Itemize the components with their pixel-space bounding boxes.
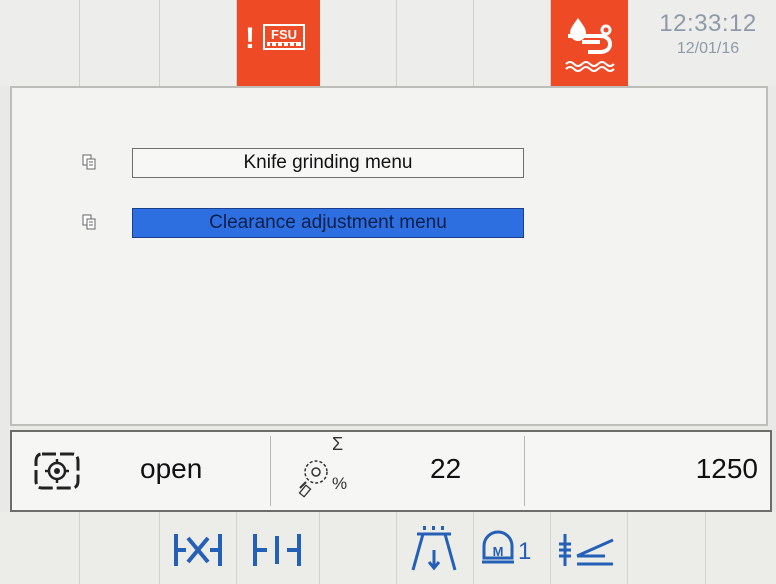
- toolbar-slot[interactable]: [0, 512, 80, 584]
- menu-panel: Knife grinding menu Clearance adjustment…: [10, 86, 768, 426]
- submenu-icon: [82, 214, 96, 230]
- knife-state-icon: [34, 452, 80, 490]
- crane-arrow-icon: [411, 526, 457, 571]
- grinding-counter-icon: [298, 460, 328, 498]
- divider: [270, 436, 271, 506]
- toolbar-slot[interactable]: [320, 512, 397, 584]
- knife-adjust-button[interactable]: [551, 512, 628, 584]
- clock: 12:33:12 12/01/16: [640, 10, 776, 58]
- coolant-alarm-button[interactable]: [551, 0, 628, 86]
- motor-number-label: 1: [518, 538, 532, 565]
- toolbar-slot[interactable]: [628, 512, 706, 584]
- clearance-open-button[interactable]: [237, 512, 320, 584]
- grind-count-value: 22: [430, 453, 462, 484]
- fsu-label: FSU: [271, 27, 297, 42]
- knife-adjust-icon: [559, 534, 614, 566]
- time-display: 12:33:12: [659, 10, 757, 37]
- bottom-toolbar: M 1: [0, 512, 776, 584]
- motor-m1-icon: M: [482, 530, 514, 564]
- submenu-icon: [82, 154, 96, 170]
- top-slot[interactable]: [320, 0, 397, 86]
- knife-grinding-menu-button[interactable]: Knife grinding menu: [132, 148, 524, 178]
- percent-label: %: [332, 474, 348, 493]
- exclamation-icon: !: [245, 22, 255, 55]
- toolbar-slot[interactable]: [80, 512, 160, 584]
- fsu-connector-icon: [267, 42, 301, 46]
- date-display: 12/01/16: [676, 40, 740, 57]
- svg-text:M: M: [493, 544, 504, 559]
- toolbar-slot[interactable]: [706, 512, 776, 584]
- knife-state-value: open: [140, 453, 203, 484]
- top-status-bar: ! FSU 12:33:12 12/01/16: [0, 0, 776, 86]
- fsu-alert-button[interactable]: ! FSU: [237, 0, 320, 86]
- divider: [524, 436, 525, 506]
- clearance-open-icon: [253, 534, 301, 566]
- machine-status-bar: open Σ % 22 1250: [10, 430, 772, 512]
- clearance-close-icon: [174, 534, 222, 566]
- coolant-alarm-icon: [565, 18, 615, 72]
- top-slot[interactable]: [160, 0, 237, 86]
- fsu-alert-icon: FSU: [263, 24, 305, 50]
- clearance-close-button[interactable]: [160, 512, 237, 584]
- clearance-adjustment-menu-button[interactable]: Clearance adjustment menu: [132, 208, 524, 238]
- top-slot[interactable]: [474, 0, 551, 86]
- top-slot[interactable]: [0, 0, 80, 86]
- motor-m1-button[interactable]: M 1: [474, 512, 551, 584]
- top-slot[interactable]: [397, 0, 474, 86]
- sigma-label: Σ: [332, 434, 344, 454]
- crane-button[interactable]: [397, 512, 474, 584]
- top-slot[interactable]: [80, 0, 160, 86]
- total-count-value: 1250: [695, 453, 758, 484]
